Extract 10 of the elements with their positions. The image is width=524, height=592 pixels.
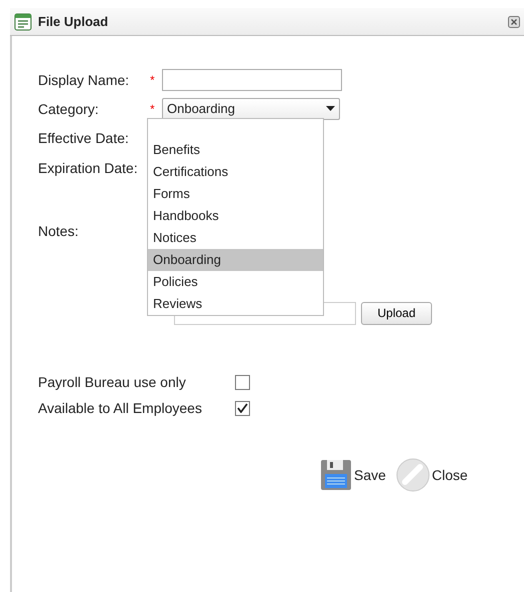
required-mark: * (150, 72, 156, 86)
field-label: Display Name: (38, 72, 130, 88)
required-mark: * (150, 102, 156, 116)
checkbox-label: Available to All Employees (38, 400, 203, 416)
field-label: Expiration Date: (38, 160, 139, 176)
window-title: File Upload (38, 14, 110, 29)
field-label: Effective Date: (38, 130, 130, 146)
checkbox-label: Payroll Bureau use only (38, 374, 187, 390)
field-label: Notes: (38, 223, 80, 239)
field-label: Category: (38, 100, 100, 116)
